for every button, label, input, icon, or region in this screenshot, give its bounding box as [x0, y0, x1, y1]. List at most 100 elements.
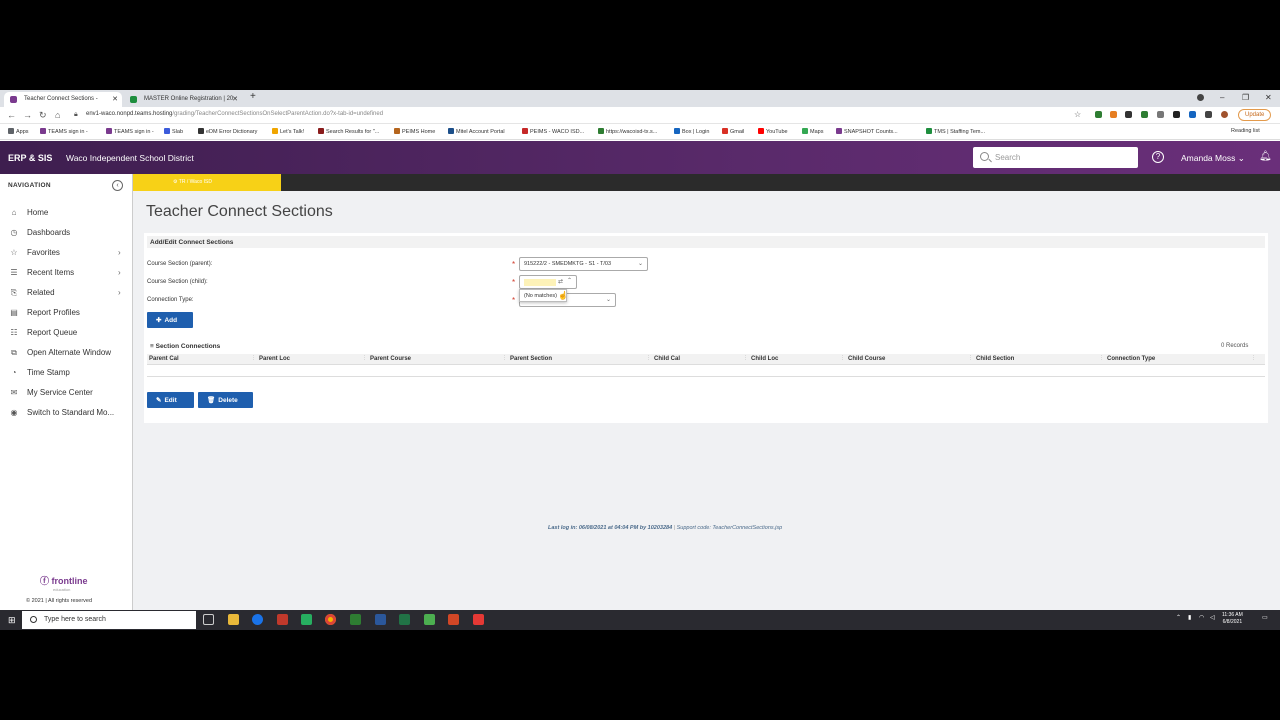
clock[interactable]: 11:36 AM 6/8/2021 [1222, 612, 1243, 626]
collapse-sidebar-icon[interactable]: ‹ [112, 180, 123, 191]
column-header[interactable]: Parent Loc [259, 356, 290, 362]
url-text[interactable]: env1-waco.nonpd.teams.hosting/grading/Te… [86, 111, 383, 117]
chevron-up-icon[interactable]: ⌃ [567, 277, 572, 284]
todo-icon[interactable] [252, 614, 263, 625]
column-resize-handle[interactable]: ⋮ [646, 355, 651, 361]
extension-icon[interactable] [1095, 111, 1102, 118]
camtasia-icon[interactable] [424, 614, 435, 625]
context-tag[interactable]: ⚙ TR / Waco ISD [133, 174, 281, 191]
user-menu[interactable]: Amanda Moss ⌄ [1181, 153, 1245, 164]
extension-icon[interactable] [1141, 111, 1148, 118]
column-resize-handle[interactable]: ⋮ [743, 355, 748, 361]
sidebar-item-switch-to-standard-mo[interactable]: ◉ Switch to Standard Mo... [8, 408, 115, 417]
bookmark-item[interactable]: PEIMS - WACO ISD... [522, 128, 584, 135]
browser-tab-teacher-connect[interactable]: Teacher Connect Sections - ✕ [4, 92, 122, 107]
new-tab-icon[interactable]: + [250, 91, 256, 102]
file-explorer-icon[interactable] [228, 614, 239, 625]
reload-icon[interactable]: ↻ [39, 110, 47, 121]
bookmark-item[interactable]: TMS | Staffing Tem... [926, 128, 985, 135]
bookmark-item[interactable]: Search Results for "... [318, 128, 379, 135]
bookmark-item[interactable]: Slab [164, 128, 183, 135]
column-resize-handle[interactable]: ⋮ [502, 355, 507, 361]
help-icon[interactable]: ? [1152, 151, 1164, 163]
taskbar-search-input[interactable]: Type here to search [22, 611, 196, 629]
delete-button[interactable]: 🗑︎ Delete [198, 392, 253, 408]
restore-icon[interactable]: ❐ [1242, 93, 1249, 102]
bookmark-item[interactable]: PEIMS Home [394, 128, 435, 135]
column-header[interactable]: Connection Type [1107, 356, 1155, 362]
home-icon[interactable]: ⌂ [55, 110, 60, 120]
bookmark-item[interactable]: https://wacoisd-tx.s... [598, 128, 657, 135]
column-resize-handle[interactable]: ⋮ [840, 355, 845, 361]
column-resize-handle[interactable]: ⋮ [362, 355, 367, 361]
bookmark-item[interactable]: Apps [8, 128, 29, 135]
column-header[interactable]: Child Cal [654, 356, 680, 362]
sidebar-item-home[interactable]: ⌂ Home [8, 208, 49, 217]
column-header[interactable]: Child Loc [751, 356, 778, 362]
reading-list[interactable]: Reading list [1231, 128, 1260, 134]
network-icon[interactable]: ▮ [1188, 614, 1191, 621]
child-section-input[interactable] [524, 279, 556, 286]
wifi-icon[interactable]: ◠ [1199, 614, 1204, 621]
app-icon[interactable] [277, 614, 288, 625]
column-header[interactable]: Parent Cal [149, 356, 179, 362]
extension-icon[interactable] [1110, 111, 1117, 118]
column-header[interactable]: Parent Course [370, 356, 411, 362]
update-button[interactable]: Update [1238, 109, 1272, 121]
child-section-select[interactable]: ⇄ ⌃ [519, 275, 577, 289]
bookmark-item[interactable]: SNAPSHOT Counts... [836, 128, 898, 135]
avatar[interactable] [1221, 111, 1228, 118]
add-button[interactable]: ✚ Add [147, 312, 193, 328]
snipping-tool-icon[interactable] [350, 614, 361, 625]
excel-icon[interactable] [399, 614, 410, 625]
bookmark-item[interactable]: Maps [802, 128, 823, 135]
extension-icon[interactable] [1157, 111, 1164, 118]
bookmark-item[interactable]: TEAMS sign in - [40, 128, 88, 135]
extension-icon[interactable] [1173, 111, 1180, 118]
edit-button[interactable]: ✎ Edit [147, 392, 194, 408]
extension-icon[interactable] [1189, 111, 1196, 118]
tray-chevron-icon[interactable]: ⌃ [1176, 614, 1181, 621]
close-tab-icon[interactable]: ✕ [112, 95, 118, 103]
column-resize-handle[interactable]: ⋮ [251, 355, 256, 361]
bookmark-item[interactable]: YouTube [758, 128, 788, 135]
forward-icon[interactable]: → [23, 110, 32, 120]
refresh-icon[interactable]: ⇄ [558, 278, 563, 285]
extension-icon[interactable] [1125, 111, 1132, 118]
volume-icon[interactable]: ◁ [1210, 614, 1215, 621]
column-header[interactable]: Parent Section [510, 356, 552, 362]
bookmark-star-icon[interactable]: ☆ [1074, 110, 1081, 119]
word-icon[interactable] [375, 614, 386, 625]
windows-start-icon[interactable]: ⊞ [8, 615, 16, 626]
search-input[interactable]: Search [973, 147, 1138, 168]
sidebar-item-report-queue[interactable]: ☷ Report Queue [8, 328, 77, 337]
brand-title[interactable]: ERP & SIS [8, 153, 52, 163]
menu-icon[interactable]: ≡ [150, 343, 154, 350]
bookmark-item[interactable]: Gmail [722, 128, 744, 135]
sidebar-item-open-alternate-window[interactable]: ⧉ Open Alternate Window [8, 348, 111, 358]
bookmark-item[interactable]: TEAMS sign in - [106, 128, 154, 135]
sidebar-item-time-stamp[interactable]: ◔ Time Stamp [8, 368, 70, 377]
app-icon[interactable] [301, 614, 312, 625]
parent-section-select[interactable]: 915222/2 - SMEDMKTG - S1 - T/03 ⌄ [519, 257, 648, 271]
close-tab-icon[interactable]: ✕ [232, 95, 238, 103]
recorder-icon[interactable] [473, 614, 484, 625]
minimize-icon[interactable]: – [1220, 93, 1224, 102]
sidebar-item-recent-items[interactable]: ☰ Recent Items › [8, 268, 120, 277]
chrome-icon[interactable] [325, 614, 336, 625]
sidebar-item-dashboards[interactable]: ◷ Dashboards [8, 228, 71, 237]
column-header[interactable]: Child Section [976, 356, 1014, 362]
close-window-icon[interactable]: ✕ [1265, 93, 1272, 102]
sidebar-item-related[interactable]: ⎘ Related › [8, 288, 121, 298]
column-resize-handle[interactable]: ⋮ [968, 355, 973, 361]
powerpoint-icon[interactable] [448, 614, 459, 625]
bell-icon[interactable]: 🔔︎ [1259, 151, 1272, 162]
sidebar-item-favorites[interactable]: ☆ Favorites › [8, 248, 120, 257]
back-icon[interactable]: ← [7, 110, 16, 120]
lock-icon[interactable]: 🔒︎ [74, 111, 78, 119]
bookmark-item[interactable]: Mitel Account Portal [448, 128, 505, 135]
bookmark-item[interactable]: Let's Talk! [272, 128, 304, 135]
notification-icon[interactable]: ▭ [1262, 614, 1268, 621]
column-resize-handle[interactable]: ⋮ [1099, 355, 1104, 361]
browser-tab-master-registration[interactable]: MASTER Online Registration | 20 ✕ [124, 92, 242, 107]
